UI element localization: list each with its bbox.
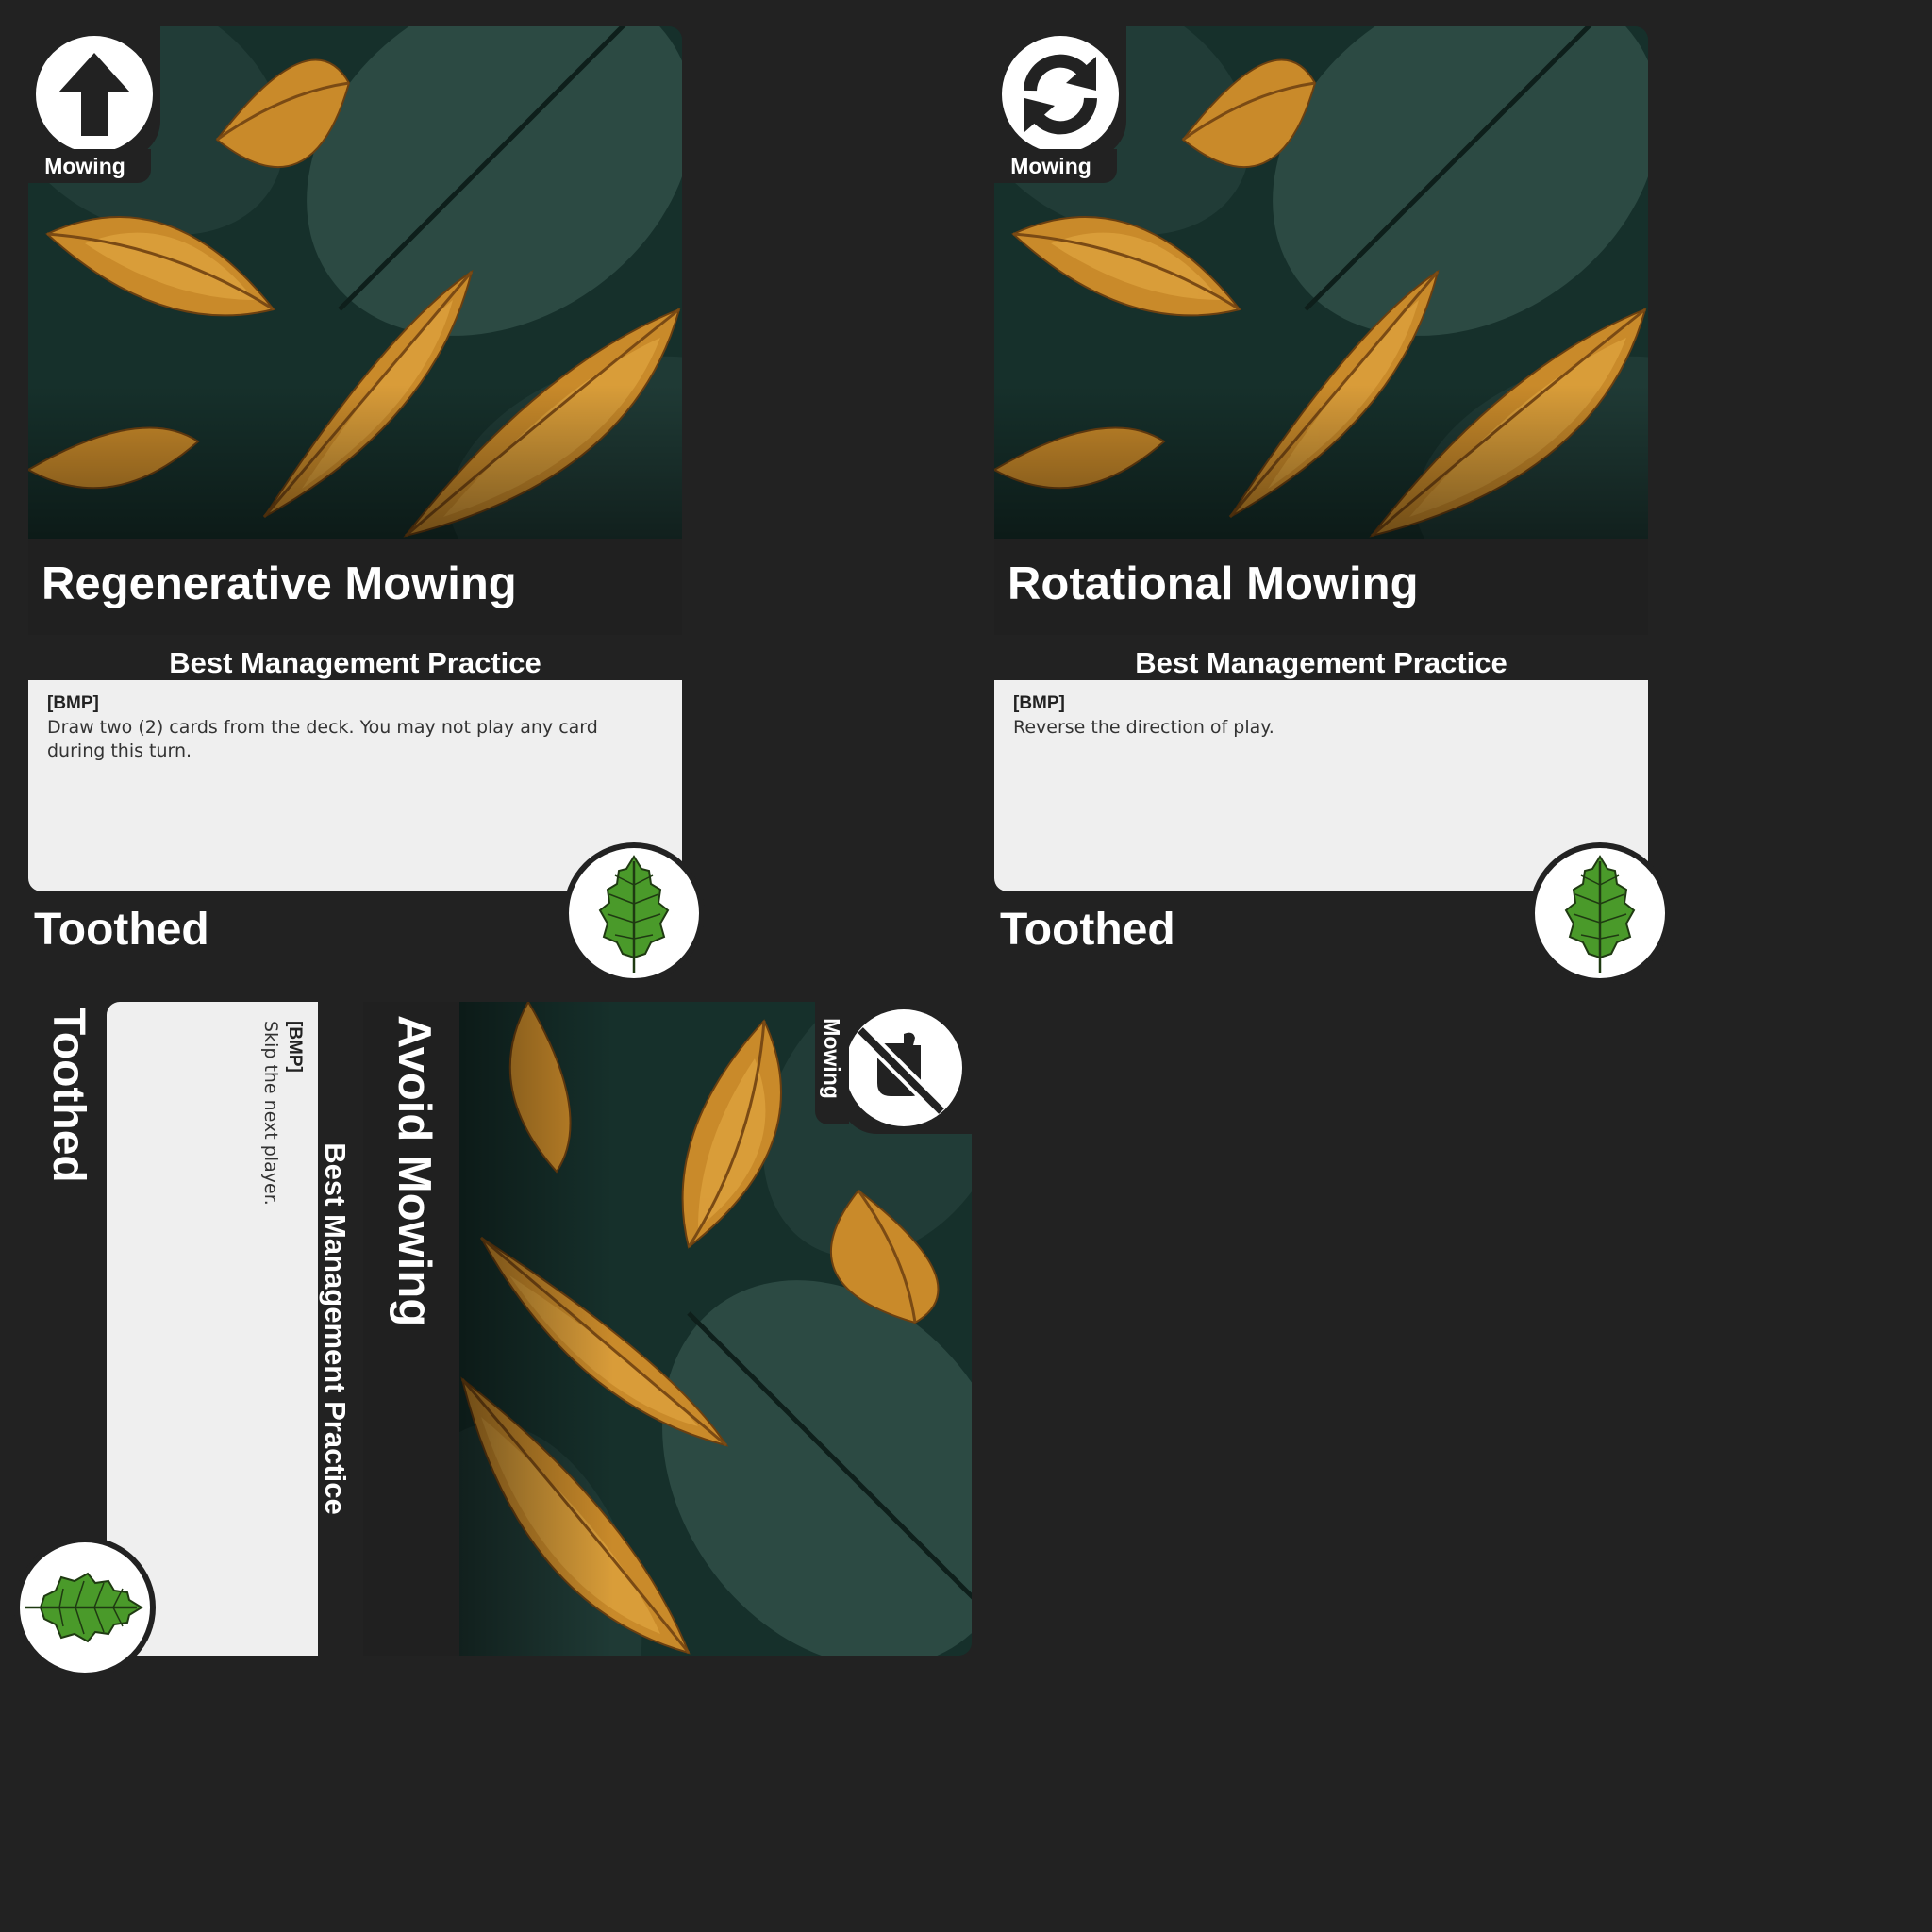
skip-hand-icon [845, 1009, 962, 1126]
rule-tag: [BMP] [47, 693, 99, 713]
card-avoid-mowing-rotated[interactable]: Avoid Mowing Best Management Practice [B… [0, 992, 981, 1690]
toothed-leaf-icon [1529, 842, 1671, 984]
reverse-arrows-icon [1002, 36, 1119, 153]
toothed-leaf-icon [563, 842, 705, 984]
rules-text-box: [BMP] Draw two (2) cards from the deck. … [28, 680, 682, 891]
rule-text: Draw two (2) cards from the deck. You ma… [47, 717, 598, 761]
title-band: Regenerative Mowing [28, 539, 682, 635]
type-badge: Mowing [815, 992, 981, 1134]
card-title: Rotational Mowing [1008, 558, 1419, 609]
card-category: Toothed [34, 905, 209, 955]
rule-text: Reverse the direction of play. [1013, 717, 1274, 738]
arrow-up-icon [36, 36, 153, 153]
type-label: Mowing [19, 149, 151, 183]
title-band: Avoid Mowing [363, 1002, 459, 1656]
toothed-leaf-icon [14, 1537, 156, 1678]
type-badge: Mowing [985, 17, 1126, 183]
title-band: Rotational Mowing [994, 539, 1648, 635]
card-category: Toothed [43, 1008, 93, 1183]
rule-tag: [BMP] [1013, 693, 1065, 713]
rule-text: Skip the next player. [260, 1021, 281, 1206]
card-subtitle: Best Management Practice [169, 646, 541, 679]
rules-text-box: [BMP] Reverse the direction of play. [994, 680, 1648, 891]
card-avoid-mowing[interactable]: Avoid Mowing Best Management Practice [B… [14, 992, 981, 1690]
type-label: Mowing [815, 992, 849, 1124]
card-title: Regenerative Mowing [42, 558, 517, 609]
rule-tag: [BMP] [285, 1021, 305, 1073]
type-badge: Mowing [19, 17, 160, 183]
card-title: Avoid Mowing [389, 1015, 440, 1327]
card-rotational-mowing[interactable]: Rotational Mowing Best Management Practi… [985, 17, 1683, 984]
rules-text-box: [BMP] Skip the next player. [107, 1002, 318, 1656]
card-category: Toothed [1000, 905, 1175, 955]
card-regenerative-mowing[interactable]: Regenerative Mowing Best Management Prac… [19, 17, 717, 984]
card-subtitle: Best Management Practice [319, 1142, 352, 1515]
type-label: Mowing [985, 149, 1117, 183]
card-subtitle: Best Management Practice [1135, 646, 1507, 679]
